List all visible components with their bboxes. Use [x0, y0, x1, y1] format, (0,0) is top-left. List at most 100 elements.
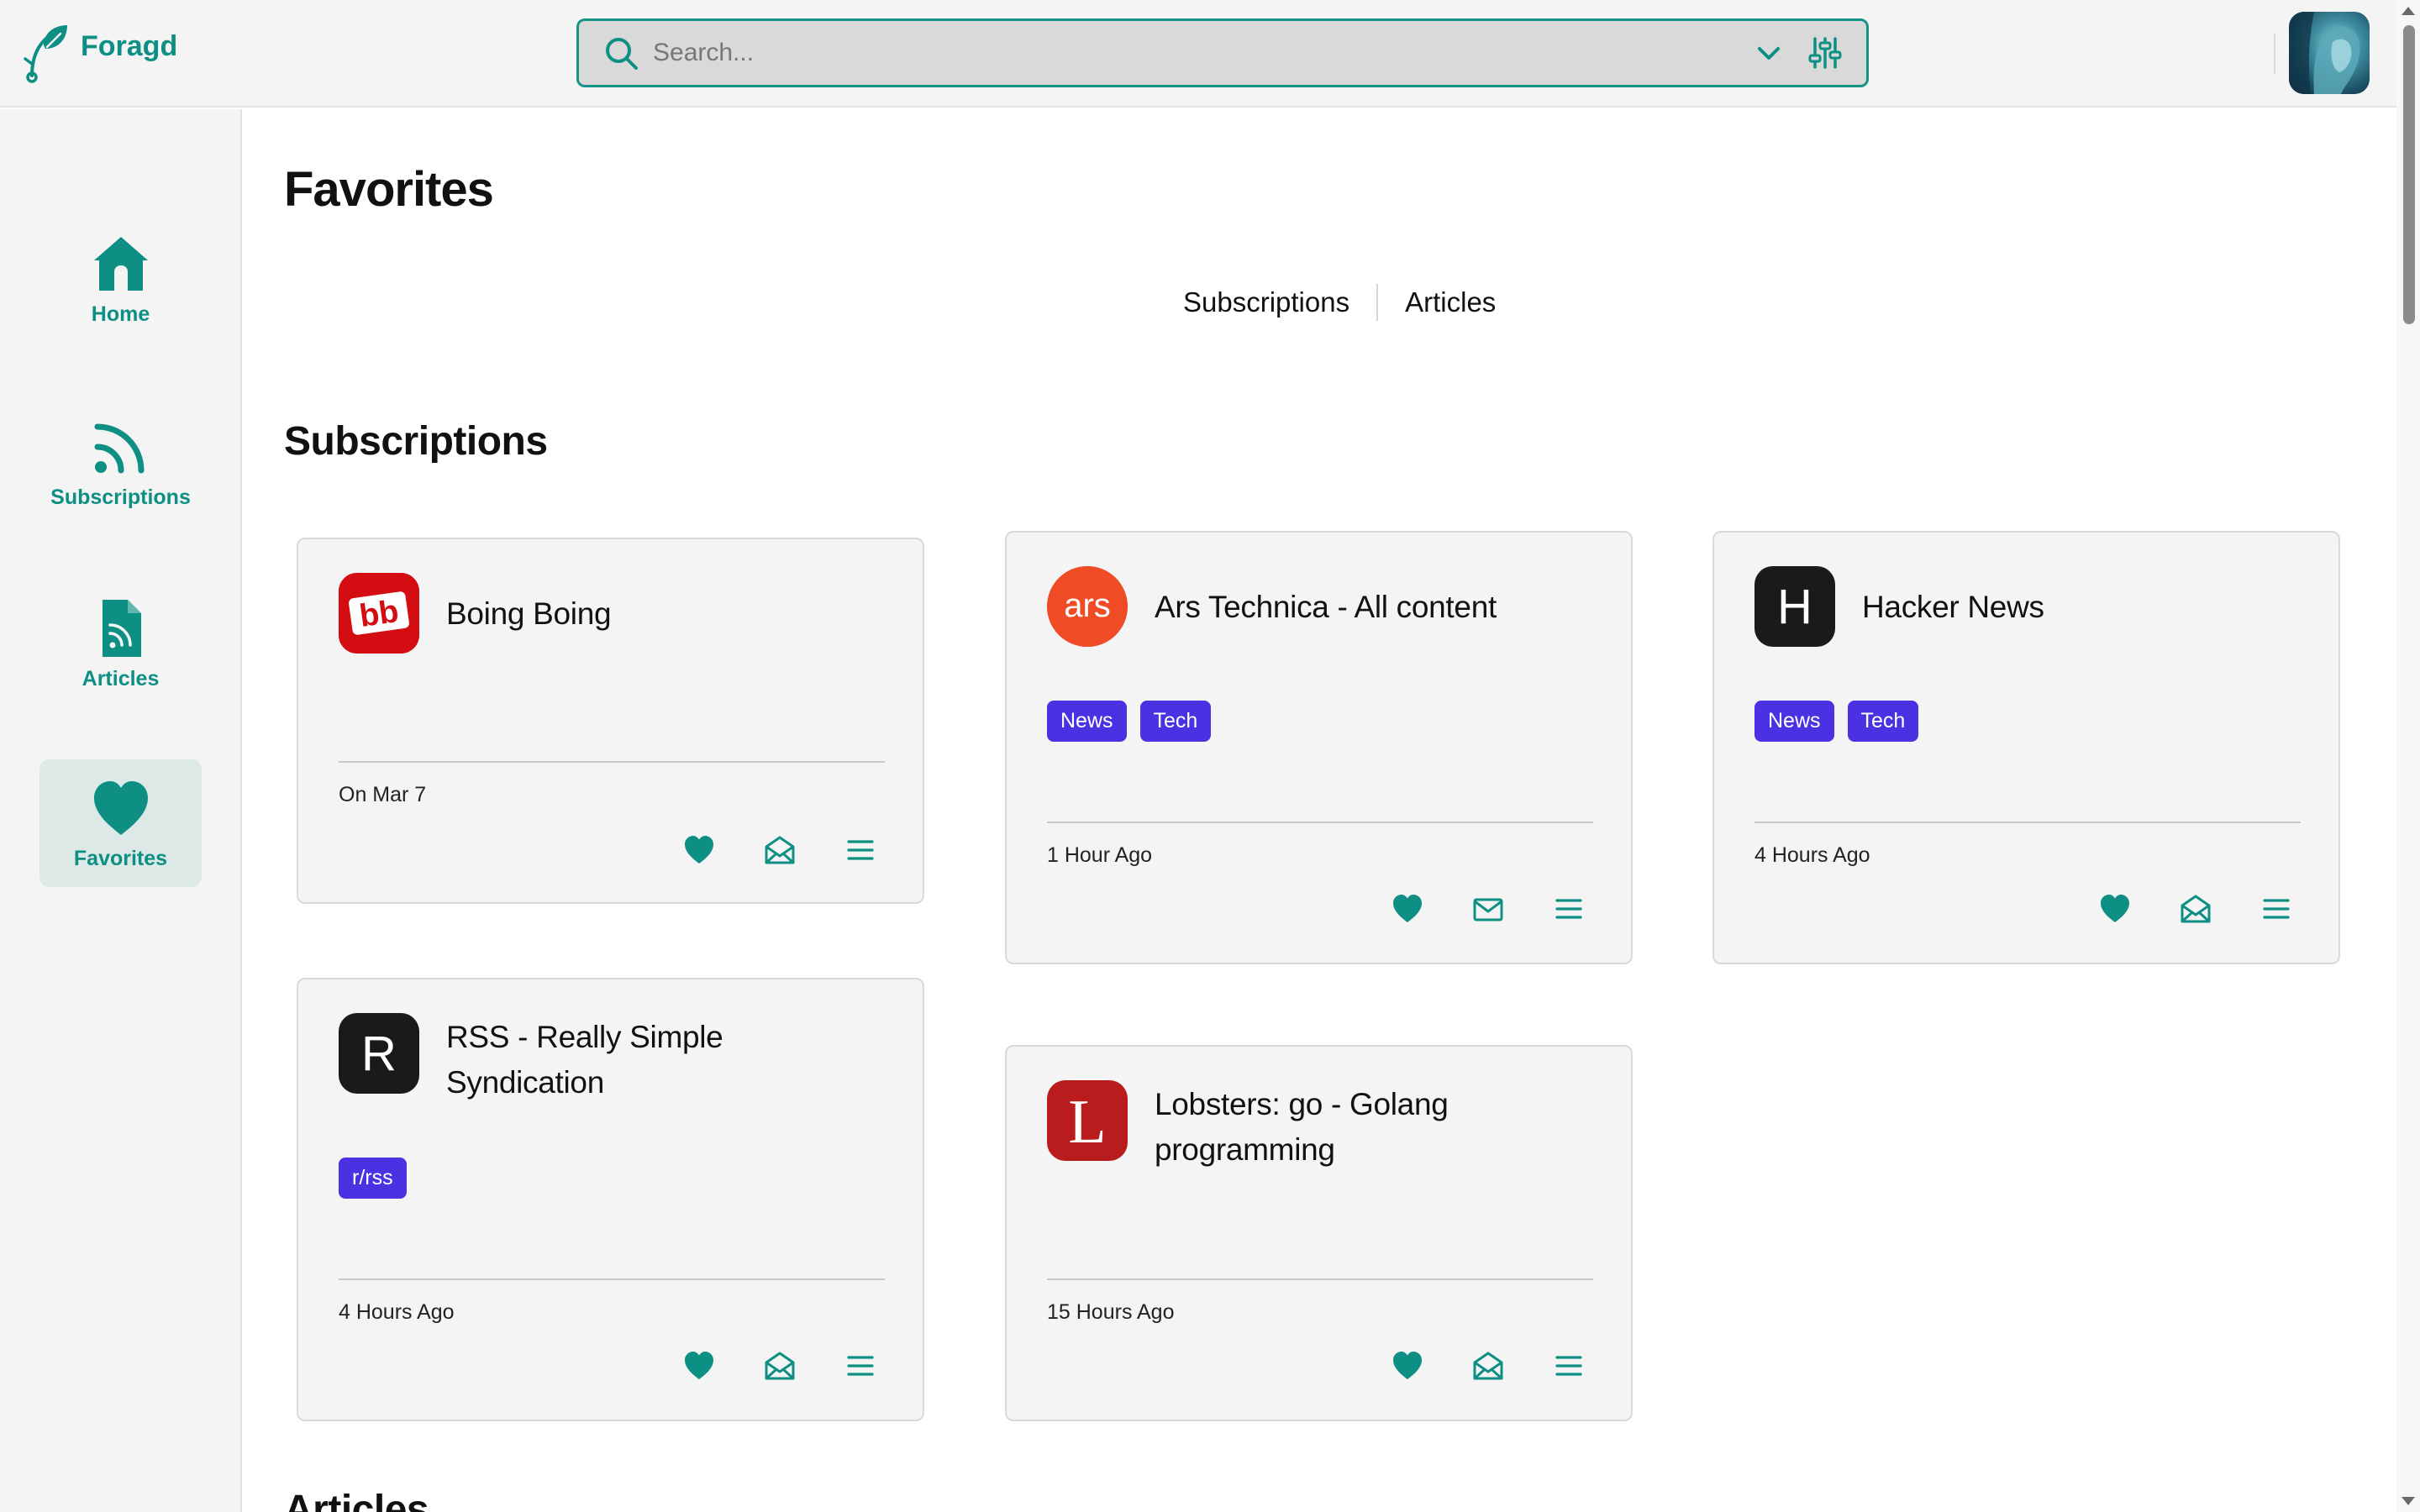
rss-logo-letter: R	[361, 1026, 397, 1081]
tab-bar: Subscriptions Articles	[1156, 284, 1523, 321]
sidebar-item-label: Favorites	[73, 846, 168, 870]
boingboing-logo-icon: bb	[339, 573, 419, 654]
sidebar-item-home[interactable]: Home	[39, 215, 202, 343]
menu-button[interactable]	[1528, 1349, 1609, 1383]
svg-text:ars: ars	[1064, 587, 1111, 624]
favorite-button[interactable]	[1367, 892, 1448, 926]
card-divider	[1754, 822, 2301, 823]
feed-title[interactable]: Boing Boing	[446, 591, 883, 637]
tab-articles[interactable]: Articles	[1378, 286, 1523, 318]
main-content: Favorites Subscriptions Articles Subscri…	[244, 109, 2396, 1512]
mail-open-icon	[765, 1352, 795, 1380]
subscription-card[interactable]: R RSS - Really Simple Syndication r/rss …	[297, 978, 924, 1421]
search-input[interactable]	[653, 28, 1754, 78]
card-actions	[2075, 892, 2317, 926]
feed-updated-time: 4 Hours Ago	[1754, 843, 1870, 867]
card-divider	[1047, 822, 1593, 823]
avatar-portrait-icon	[2289, 12, 2360, 94]
card-divider	[1047, 1278, 1593, 1280]
mail-open-icon	[1473, 1352, 1503, 1380]
sidebar-item-articles[interactable]: Articles	[39, 580, 202, 707]
leaf-logo-icon	[24, 25, 67, 83]
menu-button[interactable]	[2236, 892, 2317, 926]
favorite-button[interactable]	[659, 833, 739, 867]
divider	[2274, 34, 2275, 74]
subscription-card[interactable]: H Hacker News News Tech 4 Hours Ago	[1712, 531, 2340, 964]
feed-logo: ars	[1047, 566, 1128, 647]
hacker-news-logo-letter: H	[1777, 579, 1812, 634]
section-title-articles: Articles	[284, 1488, 429, 1512]
sidebar-item-label: Subscriptions	[50, 485, 191, 509]
tag-list: r/rss	[339, 1158, 407, 1199]
menu-button[interactable]	[1528, 892, 1609, 926]
tag-badge[interactable]: News	[1754, 701, 1834, 742]
mark-read-button[interactable]	[1448, 892, 1528, 926]
search-bar[interactable]	[576, 18, 1869, 87]
menu-icon	[847, 1356, 874, 1376]
mark-read-button[interactable]	[739, 1349, 820, 1383]
sidebar-item-favorites[interactable]: Favorites	[39, 759, 202, 887]
mark-read-button[interactable]	[2155, 892, 2236, 926]
top-bar: Foragd	[0, 0, 2396, 108]
sidebar-item-subscriptions[interactable]: Subscriptions	[39, 398, 202, 526]
tag-badge[interactable]: News	[1047, 701, 1127, 742]
feed-updated-time: 1 Hour Ago	[1047, 843, 1153, 867]
brand-name: Foragd	[81, 29, 178, 62]
menu-icon	[1555, 899, 1582, 919]
mark-read-button[interactable]	[1448, 1349, 1528, 1383]
scroll-down-arrow[interactable]	[2402, 1497, 2415, 1505]
heart-icon	[93, 780, 148, 835]
article-icon	[102, 599, 141, 657]
tab-subscriptions[interactable]: Subscriptions	[1156, 286, 1376, 318]
scroll-up-arrow[interactable]	[2402, 7, 2415, 15]
home-icon	[93, 236, 148, 291]
subscription-card[interactable]: L Lobsters: go - Golang programming 15 H…	[1005, 1045, 1633, 1421]
sliders-icon[interactable]	[1807, 35, 1843, 71]
tag-badge[interactable]: Tech	[1139, 701, 1212, 742]
subscription-card[interactable]: bb Boing Boing On Mar 7	[297, 538, 924, 904]
mail-icon	[1473, 898, 1503, 921]
brand[interactable]: Foragd	[22, 20, 177, 84]
mail-open-icon	[765, 836, 795, 864]
favorite-button[interactable]	[2075, 892, 2155, 926]
menu-icon	[847, 840, 874, 860]
menu-button[interactable]	[820, 833, 901, 867]
page-scrollbar[interactable]	[2396, 0, 2420, 1512]
heart-icon	[1393, 1352, 1422, 1379]
heart-icon	[685, 836, 713, 864]
mark-read-button[interactable]	[739, 833, 820, 867]
lobsters-logo-letter: L	[1068, 1087, 1107, 1157]
heart-icon	[1393, 895, 1422, 922]
feed-title[interactable]: Lobsters: go - Golang programming	[1155, 1082, 1591, 1173]
card-divider	[339, 1278, 885, 1280]
svg-text:bb: bb	[357, 594, 401, 634]
section-title-subscriptions: Subscriptions	[284, 419, 548, 464]
menu-icon	[2263, 899, 2290, 919]
mail-open-icon	[2181, 895, 2211, 923]
card-actions	[1367, 1349, 1609, 1383]
subscription-card[interactable]: ars Ars Technica - All content News Tech…	[1005, 531, 1633, 964]
feed-logo: H	[1754, 566, 1835, 647]
heart-icon	[685, 1352, 713, 1379]
search-icon	[606, 38, 638, 70]
sidebar: Home Subscriptions Articles Favorites	[0, 109, 242, 1512]
feed-title[interactable]: Hacker News	[1862, 585, 2299, 630]
card-actions	[1367, 892, 1609, 926]
feed-updated-time: 4 Hours Ago	[339, 1300, 455, 1324]
chevron-down-icon[interactable]	[1754, 38, 1784, 68]
user-avatar[interactable]	[2289, 12, 2370, 94]
tag-badge[interactable]: r/rss	[339, 1158, 407, 1199]
feed-logo: L	[1047, 1080, 1128, 1161]
feed-updated-time: 15 Hours Ago	[1047, 1300, 1175, 1324]
favorite-button[interactable]	[1367, 1349, 1448, 1383]
card-actions	[659, 833, 901, 867]
sidebar-item-label: Articles	[82, 666, 160, 690]
favorite-button[interactable]	[659, 1349, 739, 1383]
tag-badge[interactable]: Tech	[1847, 701, 1919, 742]
tag-list: News Tech	[1047, 701, 1212, 742]
feed-title[interactable]: RSS - Really Simple Syndication	[446, 1015, 883, 1105]
menu-button[interactable]	[820, 1349, 901, 1383]
scrollbar-thumb[interactable]	[2403, 25, 2415, 324]
feed-title[interactable]: Ars Technica - All content	[1155, 585, 1591, 630]
heart-icon	[2101, 895, 2129, 922]
